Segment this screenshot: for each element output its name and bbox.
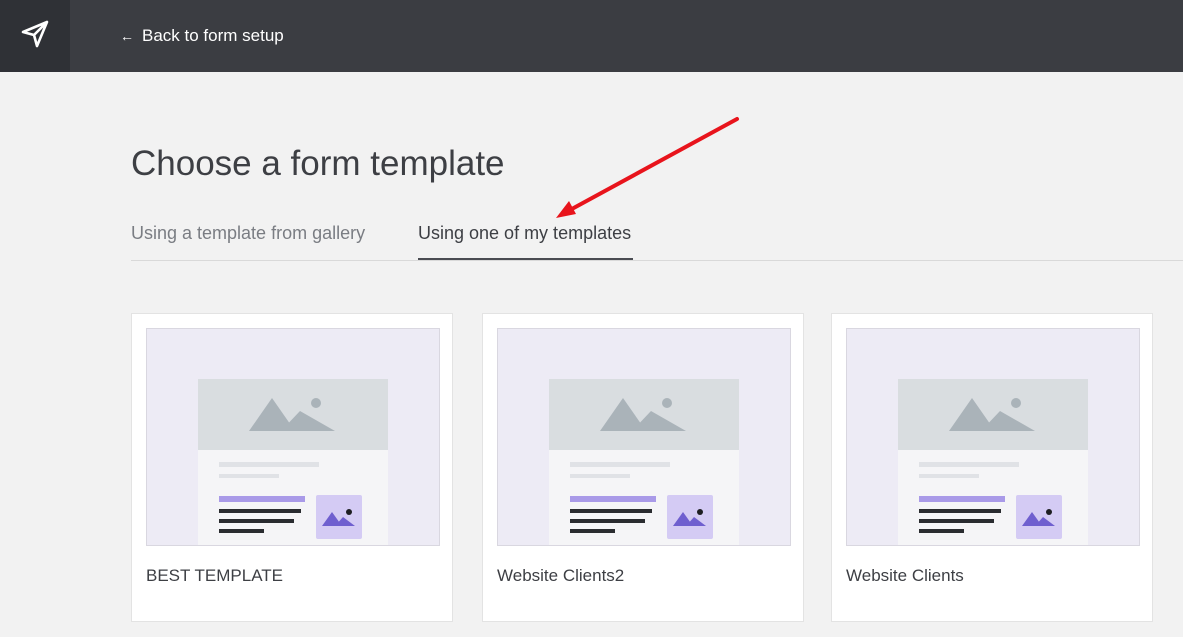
template-name: Website Clients2 — [497, 566, 625, 585]
template-card-website-clients[interactable]: Website Clients — [831, 313, 1153, 622]
template-source-tabs: Using a template from gallery Using one … — [131, 214, 1183, 261]
back-to-form-setup-link[interactable]: ← Back to form setup — [120, 0, 284, 72]
back-arrow-icon: ← — [120, 28, 134, 44]
app-logo[interactable] — [0, 0, 70, 72]
tab-template-gallery[interactable]: Using a template from gallery — [131, 214, 371, 260]
tab-my-templates[interactable]: Using one of my templates — [418, 214, 633, 260]
template-name: BEST TEMPLATE — [146, 566, 283, 585]
template-thumbnail — [497, 328, 791, 546]
template-name: Website Clients — [846, 566, 964, 585]
template-card-best-template[interactable]: BEST TEMPLATE — [131, 313, 453, 622]
paper-plane-icon — [20, 19, 50, 54]
top-bar: ← Back to form setup — [0, 0, 1183, 72]
template-card-website-clients2[interactable]: Website Clients2 — [482, 313, 804, 622]
template-thumbnail — [846, 328, 1140, 546]
template-thumbnail — [146, 328, 440, 546]
back-link-label: Back to form setup — [142, 26, 284, 45]
page-title: Choose a form template — [131, 144, 505, 183]
